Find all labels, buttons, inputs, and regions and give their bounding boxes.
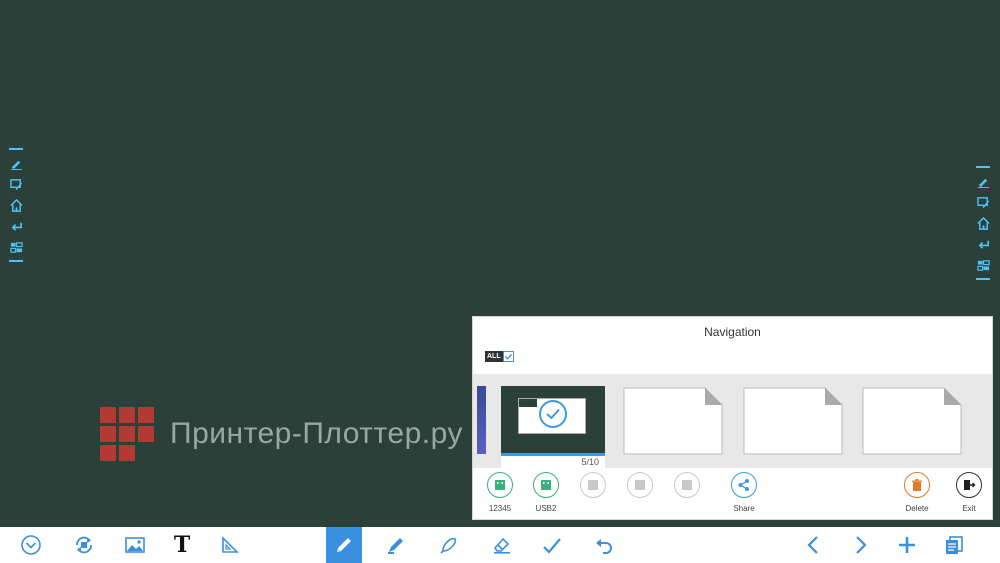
- return-icon[interactable]: [976, 236, 990, 252]
- windows-icon[interactable]: [9, 239, 23, 255]
- previous-page-icon[interactable]: [796, 527, 832, 563]
- exit-label: Exit: [962, 504, 976, 513]
- storage-slot-button[interactable]: [620, 472, 660, 498]
- storage-disabled-icon: [580, 472, 606, 498]
- select-all-label: ALL: [485, 351, 503, 362]
- page-thumbnail-strip[interactable]: 5/10: [473, 374, 992, 468]
- usb-drive-icon: [487, 472, 513, 498]
- pen-icon[interactable]: [976, 173, 990, 189]
- text-icon[interactable]: T: [164, 527, 200, 563]
- share-label: Share: [733, 504, 755, 513]
- watermark: Принтер-Плоттер.ру: [100, 407, 463, 461]
- side-toolbar-collapse-handle[interactable]: [9, 148, 23, 150]
- exit-button[interactable]: Exit: [949, 472, 989, 513]
- home-icon[interactable]: [9, 197, 23, 213]
- screen-annotate-icon[interactable]: [976, 194, 990, 210]
- eraser-icon[interactable]: [484, 527, 520, 563]
- pen-icon[interactable]: [326, 527, 362, 563]
- navigation-panel: Navigation ALL 5/10 12345 USB2 Share Del…: [472, 316, 993, 520]
- marker-icon[interactable]: [378, 527, 414, 563]
- side-toolbar-collapse-handle[interactable]: [976, 166, 990, 168]
- storage-slot-button[interactable]: [573, 472, 613, 498]
- usb-drive-icon: [533, 472, 559, 498]
- selected-check-icon: [539, 400, 567, 428]
- side-toolbar-collapse-handle[interactable]: [9, 260, 23, 262]
- storage-disabled-icon: [674, 472, 700, 498]
- left-side-toolbar: [8, 148, 24, 262]
- home-icon[interactable]: [976, 215, 990, 231]
- navigation-actions: 12345 USB2 Share Delete Exit: [473, 472, 992, 520]
- trash-icon: [904, 472, 930, 498]
- checkbox-icon[interactable]: [502, 351, 514, 362]
- usb-12345-label: 12345: [488, 504, 512, 513]
- undo-icon[interactable]: [586, 527, 622, 563]
- delete-button[interactable]: Delete: [897, 472, 937, 513]
- select-icon[interactable]: [534, 527, 570, 563]
- page-thumbnail-current[interactable]: [501, 386, 605, 456]
- storage-disabled-icon: [627, 472, 653, 498]
- right-side-toolbar: [975, 166, 991, 280]
- ruler-icon[interactable]: [212, 527, 248, 563]
- screen-annotate-icon[interactable]: [9, 176, 23, 192]
- page-thumbnail[interactable]: [743, 387, 843, 455]
- image-icon[interactable]: [117, 527, 153, 563]
- return-icon[interactable]: [9, 218, 23, 234]
- windows-icon[interactable]: [976, 257, 990, 273]
- pen-icon[interactable]: [9, 155, 23, 171]
- storage-slot-button[interactable]: [667, 472, 707, 498]
- page-list-icon[interactable]: [936, 527, 972, 563]
- share-icon: [731, 472, 757, 498]
- watermark-logo: [100, 407, 154, 461]
- page-thumbnail[interactable]: [623, 387, 723, 455]
- navigation-title: Navigation: [704, 325, 761, 339]
- share-button[interactable]: Share: [724, 472, 764, 513]
- brush-icon[interactable]: [431, 527, 467, 563]
- page-counter: 5/10: [501, 456, 605, 468]
- bottom-toolbar: T: [0, 527, 1000, 563]
- exit-icon: [956, 472, 982, 498]
- usb-12345-button[interactable]: 12345: [480, 472, 520, 513]
- menu-chevron-icon[interactable]: [13, 527, 49, 563]
- delete-label: Delete: [905, 504, 929, 513]
- side-toolbar-collapse-handle[interactable]: [976, 278, 990, 280]
- rotate-capture-icon[interactable]: [66, 527, 102, 563]
- select-all-toggle[interactable]: ALL: [485, 351, 514, 362]
- usb2-label: USB2: [535, 504, 557, 513]
- add-page-icon[interactable]: [889, 527, 925, 563]
- watermark-text: Принтер-Плоттер.ру: [170, 417, 463, 450]
- page-thumbnail[interactable]: [862, 387, 962, 455]
- previous-thumbnail-edge[interactable]: [477, 386, 486, 454]
- next-page-icon[interactable]: [842, 527, 878, 563]
- usb2-button[interactable]: USB2: [526, 472, 566, 513]
